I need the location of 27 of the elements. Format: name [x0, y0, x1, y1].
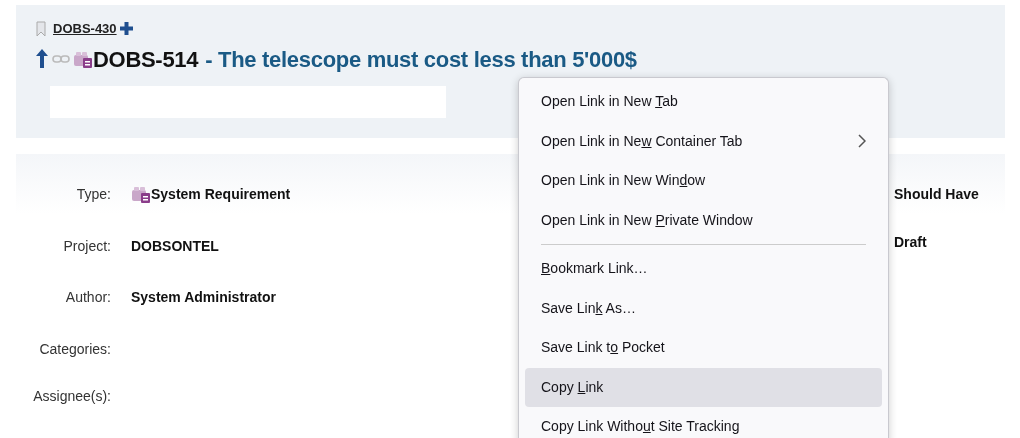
field-value: System Requirement	[151, 185, 291, 204]
field-label: Assignee(s):	[32, 387, 111, 407]
field-value: Draft	[894, 234, 927, 250]
issue-title: - The telescope must cost less than 5'000$	[205, 45, 637, 74]
field-label: Type:	[75, 185, 111, 204]
menu-item[interactable]: Copy Link Without Site Tracking	[525, 407, 882, 438]
requirement-icon	[73, 49, 93, 69]
issue-id: DOBS-514	[93, 45, 199, 74]
up-arrow-icon[interactable]	[36, 49, 48, 69]
field-value: Should Have	[894, 186, 979, 202]
parent-issue-link[interactable]: DOBS-430	[53, 19, 117, 39]
menu-item[interactable]: Save Link to Pocket	[525, 328, 882, 368]
menu-item[interactable]: Open Link in New Tab	[525, 82, 882, 122]
menu-item[interactable]: Open Link in New Private Window	[525, 200, 882, 240]
menu-item[interactable]: Save Link As…	[525, 288, 882, 328]
menu-item[interactable]: Open Link in New Container Tab	[525, 121, 882, 161]
requirement-icon	[131, 184, 151, 204]
field-value: DOBSONTEL	[131, 236, 219, 256]
field-label: Categories:	[38, 339, 111, 359]
menu-item[interactable]: Bookmark Link…	[525, 249, 882, 289]
plus-icon[interactable]	[120, 22, 134, 36]
bookmark-icon[interactable]	[36, 20, 46, 37]
field-value: System Administrator	[131, 288, 276, 308]
field-label: Project:	[62, 236, 111, 256]
menu-item[interactable]: Open Link in New Window	[525, 161, 882, 201]
menu-item[interactable]: Copy Link	[525, 367, 882, 407]
field-label: Author:	[64, 288, 111, 308]
